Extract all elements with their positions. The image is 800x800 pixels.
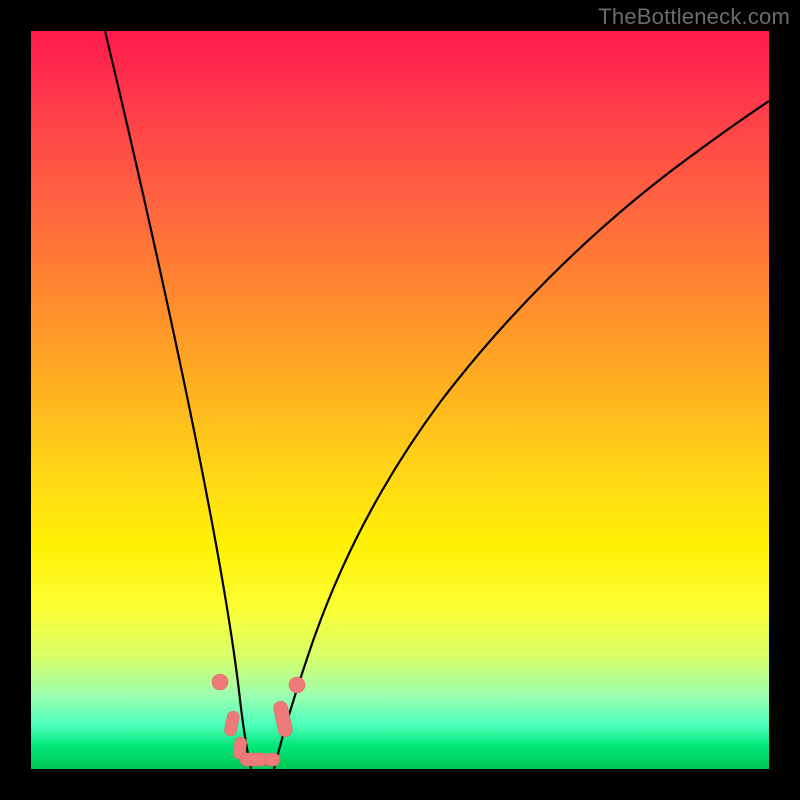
chart-plot-area (31, 31, 769, 769)
chart-frame: TheBottleneck.com (0, 0, 800, 800)
right-curve (274, 101, 769, 769)
watermark-text: TheBottleneck.com (598, 4, 790, 30)
marker-group (212, 674, 305, 766)
marker-pill (272, 700, 293, 738)
marker-pill (264, 753, 280, 766)
left-curve (105, 31, 251, 769)
marker-dot (289, 677, 305, 693)
chart-svg (31, 31, 769, 769)
marker-dot (212, 674, 228, 690)
marker-pill (223, 710, 240, 737)
